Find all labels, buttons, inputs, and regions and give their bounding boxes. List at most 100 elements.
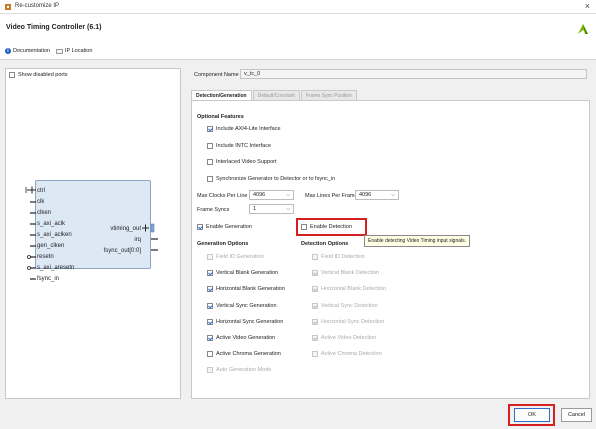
- configuration-panel: Component Name v_tc_0 Detection/Generati…: [188, 68, 592, 399]
- det-vblank-checkbox: [312, 270, 318, 276]
- gen-hblank-label: Horizontal Blank Generation: [216, 286, 285, 292]
- ip-location-link[interactable]: IP Location: [56, 48, 92, 54]
- generation-options-heading: Generation Options: [197, 241, 249, 247]
- synchronize-checkbox[interactable]: [207, 176, 213, 182]
- gen-active-video-row[interactable]: Active Video Generation: [207, 335, 275, 341]
- det-field-id-checkbox: [312, 254, 318, 260]
- frame-syncs-value: 1: [253, 206, 257, 212]
- port-vtiming-out: vtiming_out: [110, 226, 141, 232]
- port-ctrl: ctrl: [37, 188, 45, 194]
- det-hblank-row: Horizontal Blank Detection: [312, 286, 386, 292]
- folder-icon: [56, 48, 63, 54]
- interlaced-label: Interlaced Video Support: [216, 159, 277, 165]
- gen-hblank-checkbox[interactable]: [207, 286, 213, 292]
- det-field-id-label: Field ID Detection: [321, 254, 365, 260]
- gen-vsync-row[interactable]: Vertical Sync Generation: [207, 303, 277, 309]
- max-clocks-select[interactable]: 4096 ⌵: [249, 190, 294, 200]
- gen-active-chroma-label: Active Chroma Generation: [216, 351, 281, 357]
- enable-detection-row[interactable]: Enable Detection: [301, 224, 352, 230]
- det-hblank-label: Horizontal Blank Detection: [321, 286, 386, 292]
- gen-vsync-label: Vertical Sync Generation: [216, 303, 277, 309]
- max-lines-label: Max Lines Per Frame: [305, 193, 358, 199]
- option-axi4-lite[interactable]: Include AXI4-Lite Interface: [207, 126, 281, 132]
- det-active-video-checkbox: [312, 335, 318, 341]
- gen-auto-mode-checkbox: [207, 367, 213, 373]
- tab-content: Optional Features Include AXI4-Lite Inte…: [191, 100, 590, 399]
- port-fsync-in: fsync_in: [37, 276, 60, 282]
- tab-bar: Detection/Generation Default/Constant Fr…: [191, 90, 358, 100]
- app-icon: [5, 4, 11, 10]
- axi4-lite-label: Include AXI4-Lite Interface: [216, 126, 281, 132]
- gen-hsync-label: Horizontal Sync Generation: [216, 319, 284, 325]
- port-s-axi-aclk: s_axi_aclk: [37, 221, 66, 227]
- show-disabled-ports-checkbox[interactable]: [9, 72, 15, 78]
- option-interlaced[interactable]: Interlaced Video Support: [207, 159, 276, 165]
- max-lines-select[interactable]: 4096 ⌵: [355, 190, 399, 200]
- enable-detection-label: Enable Detection: [310, 224, 352, 230]
- synchronize-label: Synchronize Generator to Detector or to …: [216, 176, 336, 182]
- axi4-lite-checkbox[interactable]: [207, 126, 213, 132]
- gen-vsync-checkbox[interactable]: [207, 303, 213, 309]
- det-vsync-label: Vertical Sync Detection: [321, 303, 378, 309]
- tab-default-constant[interactable]: Default/Constant: [252, 90, 300, 100]
- gen-auto-mode-row: Auto Generation Mode: [207, 367, 271, 373]
- gen-active-video-checkbox[interactable]: [207, 335, 213, 341]
- det-vsync-checkbox: [312, 303, 318, 309]
- vivado-logo-icon: [578, 24, 588, 34]
- enable-generation-label: Enable Generation: [206, 224, 252, 230]
- gen-vblank-checkbox[interactable]: [207, 270, 213, 276]
- info-icon: i: [5, 48, 11, 54]
- show-disabled-ports-row[interactable]: Show disabled ports: [9, 72, 68, 78]
- tab-detection-generation[interactable]: Detection/Generation: [191, 90, 252, 100]
- gen-active-chroma-row[interactable]: Active Chroma Generation: [207, 351, 281, 357]
- gen-field-id-checkbox: [207, 254, 213, 260]
- gen-auto-mode-label: Auto Generation Mode: [216, 367, 272, 373]
- component-name-label: Component Name: [194, 72, 239, 78]
- tab-frame-sync-position[interactable]: Frame Sync Position: [300, 90, 357, 100]
- gen-hsync-checkbox[interactable]: [207, 319, 213, 325]
- gen-field-id-row: Field ID Generation: [207, 254, 264, 260]
- det-vsync-row: Vertical Sync Detection: [312, 303, 378, 309]
- detection-options-heading: Detection Options: [301, 241, 349, 247]
- frame-syncs-label: Frame Syncs: [197, 207, 230, 213]
- gen-hsync-row[interactable]: Horizontal Sync Generation: [207, 319, 283, 325]
- det-active-chroma-row: Active Chroma Detection: [312, 351, 382, 357]
- option-synchronize[interactable]: Synchronize Generator to Detector or to …: [207, 176, 335, 182]
- gen-hblank-row[interactable]: Horizontal Blank Generation: [207, 286, 285, 292]
- chevron-down-icon: ⌵: [286, 206, 290, 212]
- ok-button[interactable]: OK: [514, 408, 550, 422]
- close-icon[interactable]: ×: [585, 1, 590, 11]
- det-active-chroma-label: Active Chroma Detection: [321, 351, 382, 357]
- interlaced-checkbox[interactable]: [207, 159, 213, 165]
- ip-title: Video Timing Controller (6.1): [6, 24, 102, 31]
- enable-generation-row[interactable]: Enable Generation: [197, 224, 252, 230]
- port-irq: irq: [134, 237, 141, 243]
- max-clocks-value: 4096: [253, 192, 266, 198]
- enable-generation-checkbox[interactable]: [197, 224, 203, 230]
- option-intc[interactable]: Include INTC Interface: [207, 143, 271, 149]
- det-active-video-row: Active Video Detection: [312, 335, 376, 341]
- title-bar: Re-customize IP ×: [0, 0, 596, 14]
- port-clk: clk: [37, 199, 45, 205]
- enable-detection-checkbox[interactable]: [301, 224, 307, 230]
- port-resetn: resetn: [37, 254, 54, 260]
- det-vblank-row: Vertical Blank Detection: [312, 270, 379, 276]
- ip-location-label: IP Location: [65, 48, 93, 54]
- port-gen-clken: gen_clken: [37, 243, 65, 249]
- det-active-chroma-checkbox: [312, 351, 318, 357]
- documentation-link[interactable]: i Documentation: [5, 48, 50, 54]
- component-name-input[interactable]: v_tc_0: [240, 69, 587, 79]
- chevron-down-icon: ⌵: [391, 192, 395, 198]
- det-hsync-checkbox: [312, 319, 318, 325]
- frame-syncs-select[interactable]: 1 ⌵: [249, 204, 294, 214]
- intc-checkbox[interactable]: [207, 143, 213, 149]
- gen-vblank-row[interactable]: Vertical Blank Generation: [207, 270, 278, 276]
- gen-field-id-label: Field ID Generation: [216, 254, 264, 260]
- cancel-button[interactable]: Cancel: [561, 408, 592, 422]
- left-port-pins: [25, 186, 36, 280]
- max-lines-value: 4096: [359, 192, 372, 198]
- gen-active-chroma-checkbox[interactable]: [207, 351, 213, 357]
- chevron-down-icon: ⌵: [286, 192, 290, 198]
- port-clken: clken: [37, 210, 52, 216]
- enable-detection-tooltip: Enable detecting Video Timing input sign…: [364, 235, 471, 247]
